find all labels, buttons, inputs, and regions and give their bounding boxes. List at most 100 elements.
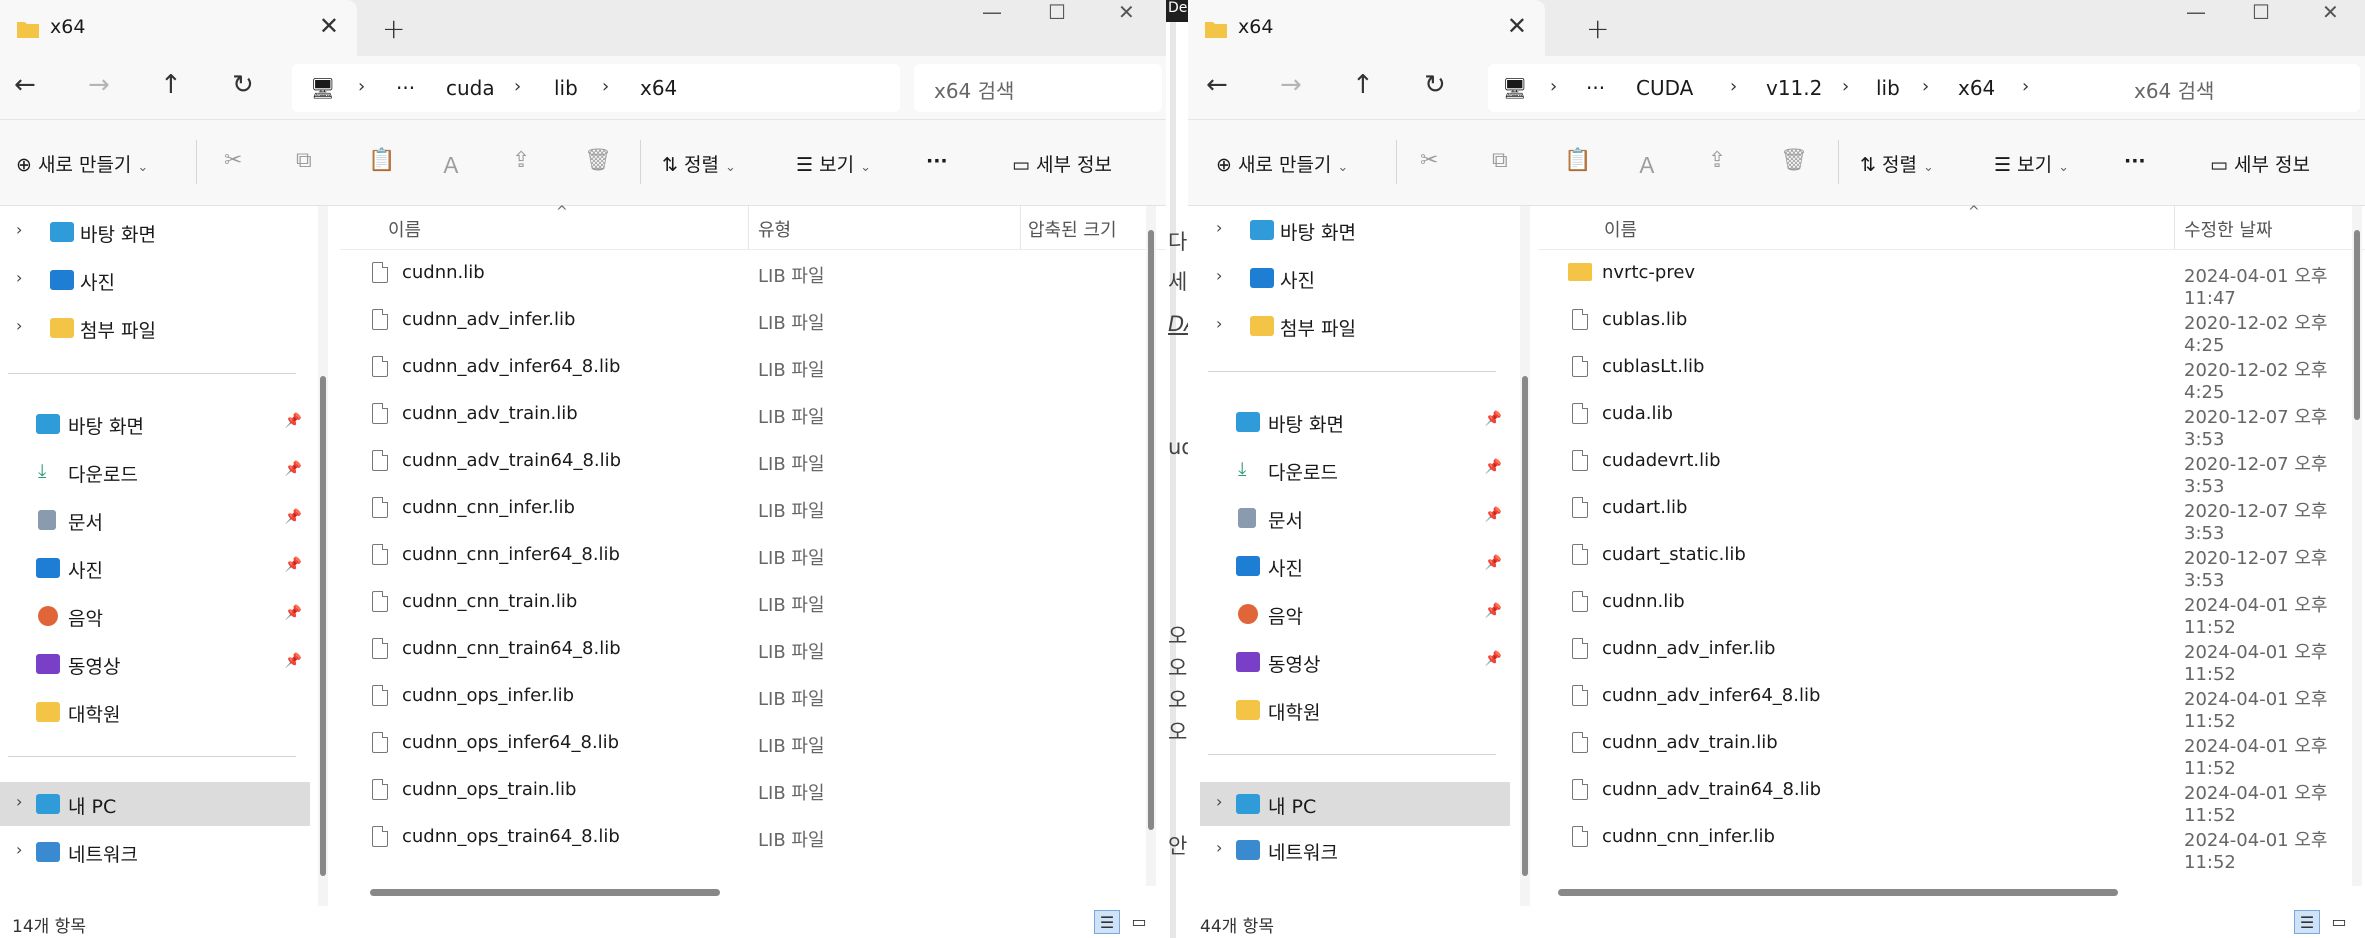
scrollbar-thumb[interactable]	[2354, 230, 2360, 420]
nav-item-desktop[interactable]: › 바탕 화면	[0, 210, 310, 254]
details-view-icon[interactable]: ☰	[2294, 910, 2320, 934]
nav-quick-documents[interactable]: 문서 📌	[1188, 496, 1510, 540]
column-header-date-modified[interactable]: 수정한 날짜	[2184, 216, 2273, 242]
copy-icon[interactable]: ⧉	[1492, 148, 1508, 173]
file-row[interactable]: cudnn_adv_infer.lib2024-04-01 오후 11:52LI…	[1538, 626, 2365, 685]
column-header-compressed-size[interactable]: 압축된 크기	[1028, 216, 1117, 242]
delete-icon[interactable]: 🗑	[584, 148, 612, 173]
search-input[interactable]: x64 검색	[914, 64, 1162, 112]
new-button[interactable]: ⊕ 새로 만들기 ⌄	[1216, 150, 1348, 177]
new-button[interactable]: ⊕ 새로 만들기 ⌄	[16, 150, 148, 177]
copy-icon[interactable]: ⧉	[296, 148, 312, 173]
refresh-button[interactable]: ↻	[232, 70, 254, 100]
scrollbar-thumb[interactable]	[320, 376, 326, 876]
nav-quick-pictures[interactable]: 사진 📌	[0, 546, 310, 590]
scrollbar-thumb[interactable]	[1522, 376, 1528, 876]
nav-item-desktop[interactable]: › 바탕 화면	[1188, 208, 1510, 252]
paste-icon[interactable]: 📋	[368, 148, 395, 173]
breadcrumb-item[interactable]: v11.2	[1766, 76, 1822, 100]
more-button[interactable]: ···	[2124, 150, 2146, 172]
nav-item-this-pc[interactable]: › 내 PC	[1200, 782, 1510, 826]
tiles-view-icon[interactable]: ▭	[1126, 910, 1152, 934]
file-row[interactable]: cudnn_cnn_infer.lib LIB 파일	[340, 485, 1166, 532]
nav-item-network[interactable]: › 네트워크	[0, 830, 310, 874]
column-divider[interactable]	[748, 206, 749, 250]
breadcrumb-item[interactable]: cuda	[446, 76, 495, 100]
close-tab-icon[interactable]: ✕	[319, 12, 339, 40]
rename-icon[interactable]: Ａ	[440, 148, 462, 180]
column-divider[interactable]	[1020, 206, 1021, 250]
file-row[interactable]: cudnn_adv_infer64_8.lib 2024-04-01 오후 11:…	[1538, 673, 2365, 732]
column-header-name[interactable]: 이름	[388, 216, 421, 242]
nav-scrollbar[interactable]	[1520, 206, 1530, 906]
share-icon[interactable]: ⇪	[1708, 148, 1726, 173]
file-row[interactable]: cuda.lib2020-12-07 오후 3:53LIB 파일	[1538, 391, 2365, 450]
file-row[interactable]: cudart_static.lib2020-12-07 오후 3:53LIB 파…	[1538, 532, 2365, 591]
file-row[interactable]: cudnn_ops_infer.lib LIB 파일	[340, 673, 1166, 720]
file-row[interactable]: cudadevrt.lib2020-12-07 오후 3:53LIB 파일	[1538, 438, 2365, 497]
nav-item-pictures[interactable]: › 사진	[1188, 256, 1510, 300]
tab-x64[interactable]: x64 ✕	[0, 0, 357, 56]
refresh-button[interactable]: ↻	[1424, 70, 1446, 100]
details-view-icon[interactable]: ☰	[1094, 910, 1120, 934]
scrollbar-thumb[interactable]	[370, 889, 720, 896]
delete-icon[interactable]: 🗑	[1780, 148, 1808, 173]
nav-quick-downloads[interactable]: ⤓ 다운로드 📌	[0, 450, 310, 494]
minimize-button[interactable]: —	[982, 0, 1002, 32]
maximize-button[interactable]: ☐	[1048, 0, 1066, 32]
file-row[interactable]: cudnn_adv_infer64_8.lib LIB 파일	[340, 344, 1166, 391]
nav-quick-music[interactable]: 음악 📌	[0, 594, 310, 638]
close-tab-icon[interactable]: ✕	[1507, 12, 1527, 40]
close-window-button[interactable]: ✕	[2322, 0, 2339, 32]
file-row[interactable]: cudnn_ops_infer64_8.lib LIB 파일	[340, 720, 1166, 767]
breadcrumb[interactable]: 🖥 › ··· cuda › lib › x64	[292, 64, 900, 112]
file-row[interactable]: cublasLt.lib2020-12-02 오후 4:25LIB 파일	[1538, 344, 2365, 403]
file-row[interactable]: cudnn_cnn_train64_8.lib LIB 파일	[340, 626, 1166, 673]
file-row[interactable]: cudnn.lib LIB 파일	[340, 250, 1166, 297]
breadcrumb-item[interactable]: lib	[1876, 76, 1900, 100]
nav-scrollbar[interactable]	[318, 206, 328, 906]
back-button[interactable]: ←	[14, 70, 36, 100]
nav-item-network[interactable]: › 네트워크	[1200, 828, 1510, 872]
nav-quick-grad-school[interactable]: 대학원	[1188, 688, 1510, 732]
up-button[interactable]: ↑	[160, 70, 182, 100]
nav-quick-videos[interactable]: 동영상 📌	[1188, 640, 1510, 684]
nav-quick-videos[interactable]: 동영상 📌	[0, 642, 310, 686]
rename-icon[interactable]: Ａ	[1636, 148, 1658, 180]
view-button[interactable]: ☰ 보기 ⌄	[796, 150, 871, 177]
file-row[interactable]: cudnn_ops_train64_8.lib LIB 파일	[340, 814, 1166, 861]
breadcrumb-item[interactable]: x64	[640, 76, 677, 100]
nav-quick-desktop[interactable]: 바탕 화면 📌	[0, 402, 310, 446]
nav-quick-grad-school[interactable]: 대학원	[0, 690, 310, 734]
folder-row[interactable]: nvrtc-prev2024-04-01 오후 11:47파일 폴더	[1538, 250, 2365, 309]
paste-icon[interactable]: 📋	[1564, 148, 1591, 173]
file-row[interactable]: cudnn_adv_train.lib LIB 파일	[340, 391, 1166, 438]
horizontal-scrollbar[interactable]	[1538, 884, 2352, 898]
view-button[interactable]: ☰ 보기 ⌄	[1994, 150, 2069, 177]
nav-quick-pictures[interactable]: 사진 📌	[1188, 544, 1510, 588]
details-button[interactable]: ▭ 세부 정보	[1012, 150, 1112, 177]
search-input[interactable]: x64 검색	[2114, 64, 2360, 112]
file-row[interactable]: cudart.lib2020-12-07 오후 3:53LIB 파일	[1538, 485, 2365, 544]
scrollbar-thumb[interactable]	[1558, 889, 2118, 896]
overflow-icon[interactable]: ···	[396, 76, 415, 100]
file-row[interactable]: cudnn_adv_train.lib2024-04-01 오후 11:52LI…	[1538, 720, 2365, 779]
minimize-button[interactable]: —	[2186, 0, 2206, 32]
nav-quick-music[interactable]: 음악 📌	[1188, 592, 1510, 636]
file-row[interactable]: cudnn_cnn_infer64_8.lib LIB 파일	[340, 532, 1166, 579]
up-button[interactable]: ↑	[1352, 70, 1374, 100]
file-row[interactable]: cudnn_ops_train.lib LIB 파일	[340, 767, 1166, 814]
nav-quick-documents[interactable]: 문서 📌	[0, 498, 310, 542]
cut-icon[interactable]: ✂	[1420, 148, 1438, 173]
tiles-view-icon[interactable]: ▭	[2326, 910, 2352, 934]
list-scrollbar[interactable]	[1146, 206, 1156, 886]
column-header-type[interactable]: 유형	[758, 216, 791, 242]
file-row[interactable]: cublas.lib2020-12-02 오후 4:25LIB 파일	[1538, 297, 2365, 356]
nav-quick-downloads[interactable]: ⤓ 다운로드 📌	[1188, 448, 1510, 492]
share-icon[interactable]: ⇪	[512, 148, 530, 173]
new-tab-button[interactable]: +	[1586, 12, 1609, 45]
file-row[interactable]: cudnn_cnn_infer.lib2024-04-01 오후 11:52LI…	[1538, 814, 2365, 873]
more-button[interactable]: ···	[926, 150, 948, 172]
horizontal-scrollbar[interactable]	[340, 884, 1146, 898]
file-row[interactable]: cudnn_adv_train64_8.lib 2024-04-01 오후 11:…	[1538, 767, 2365, 826]
